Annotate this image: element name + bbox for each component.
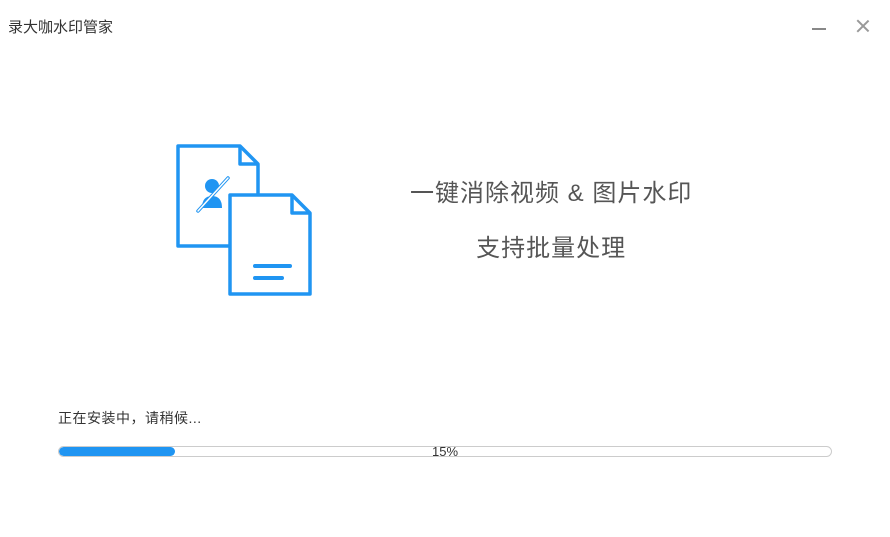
feature-line-1: 一键消除视频 & 图片水印 — [410, 173, 692, 208]
install-section: 正在安装中，请稍候... 15% — [58, 408, 832, 457]
install-status-text: 正在安装中，请稍候... — [58, 408, 832, 428]
progress-bar: 15% — [58, 446, 832, 457]
progress-percent-label: 15% — [59, 446, 831, 457]
window-title: 录大咖水印管家 — [8, 16, 113, 37]
close-button[interactable] — [856, 19, 870, 33]
titlebar: 录大咖水印管家 — [0, 0, 890, 40]
minimize-button[interactable] — [812, 28, 826, 30]
window-controls — [812, 19, 870, 33]
feature-line-2: 支持批量处理 — [410, 228, 692, 263]
content-area: 一键消除视频 & 图片水印 支持批量处理 — [0, 128, 890, 308]
watermark-documents-icon — [160, 138, 320, 298]
feature-text: 一键消除视频 & 图片水印 支持批量处理 — [410, 173, 692, 263]
